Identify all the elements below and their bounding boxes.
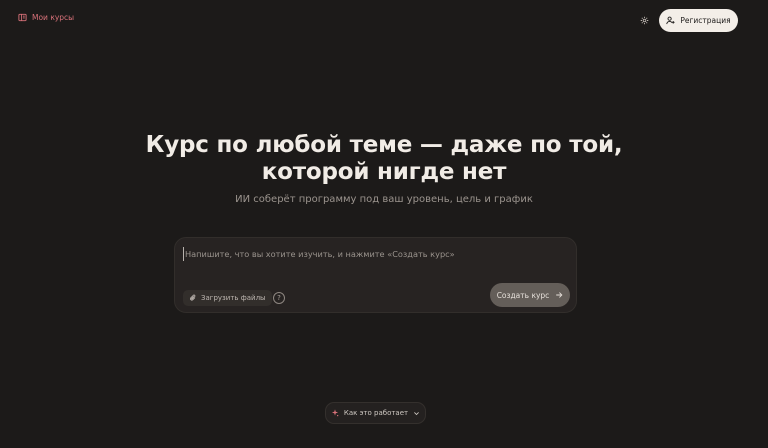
how-it-works-label: Как это работает xyxy=(343,409,409,417)
page: Мои курсы Регистрация Курс по любой теме… xyxy=(0,0,768,448)
hero-title: Курс по любой теме — даже по той, которо… xyxy=(0,132,768,186)
topic-input[interactable] xyxy=(183,247,563,261)
gear-icon xyxy=(640,16,648,24)
help-button[interactable]: ? xyxy=(273,292,285,304)
settings-button[interactable] xyxy=(637,13,651,27)
register-button[interactable]: Регистрация xyxy=(659,9,738,32)
chevron-down-icon xyxy=(414,411,420,415)
upload-files-button[interactable]: Загрузить файлы xyxy=(183,290,272,306)
hero-title-line-2: которой нигде нет xyxy=(261,159,507,185)
my-courses-link[interactable]: Мои курсы xyxy=(18,13,74,22)
create-course-label: Создать курс xyxy=(496,290,550,300)
how-it-works-button[interactable]: Как это работает xyxy=(325,402,426,424)
paperclip-icon xyxy=(190,294,196,301)
user-plus-icon xyxy=(666,16,675,25)
help-icon: ? xyxy=(277,294,281,302)
hero-subtitle: ИИ соберёт программу под ваш уровень, це… xyxy=(235,194,533,205)
course-composer: Загрузить файлы ? Создать курс xyxy=(174,237,577,313)
my-courses-label: Мои курсы xyxy=(32,13,75,22)
sparkle-icon xyxy=(331,409,339,417)
register-label: Регистрация xyxy=(680,16,731,25)
upload-files-label: Загрузить файлы xyxy=(201,294,266,302)
arrow-right-icon xyxy=(556,292,563,298)
book-icon xyxy=(18,13,27,22)
create-course-button[interactable]: Создать курс xyxy=(490,283,570,307)
hero-title-line-1: Курс по любой теме — даже по той, xyxy=(145,132,623,158)
